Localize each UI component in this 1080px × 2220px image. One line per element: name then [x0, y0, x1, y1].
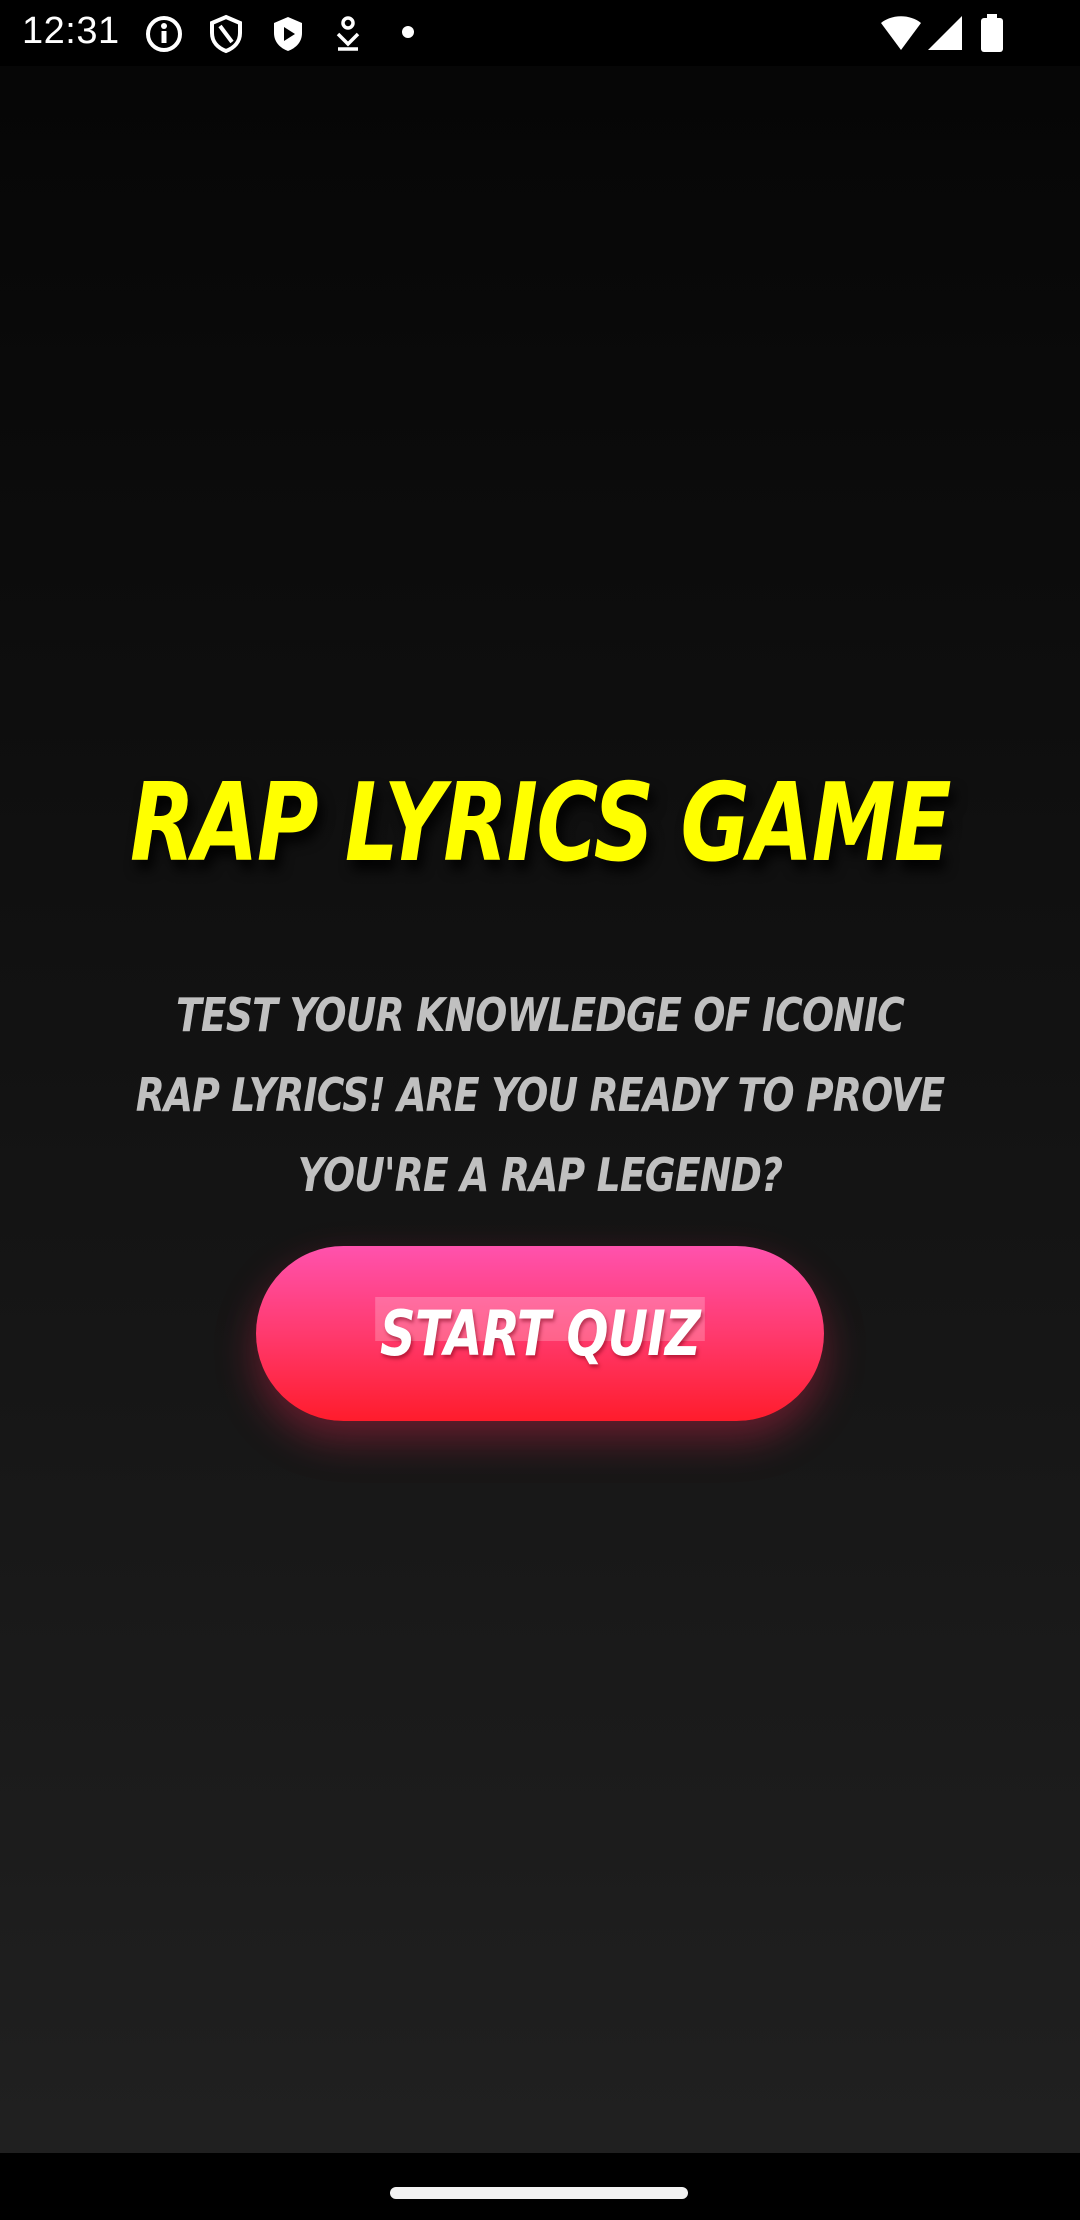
navigation-bar: [0, 2153, 1080, 2220]
dot-icon: [398, 22, 418, 46]
start-quiz-button[interactable]: START QUIZ: [256, 1246, 824, 1421]
shield-icon: [206, 14, 246, 58]
wifi-icon: [880, 14, 922, 56]
download-icon: [330, 14, 366, 58]
start-quiz-label: START QUIZ: [375, 1297, 705, 1370]
game-description: TEST YOUR KNOWLEDGE OF ICONIC RAP LYRICS…: [135, 988, 945, 1202]
battery-icon: [980, 14, 1004, 56]
status-time: 12:31: [22, 10, 120, 52]
app-screen: 12:31 RAP LYRICS GAME TEST YOUR KNOWLEDG…: [0, 0, 1080, 2220]
game-title: RAP LYRICS GAME: [129, 761, 952, 886]
info-icon: [144, 14, 184, 58]
status-bar: 12:31: [0, 0, 1080, 66]
home-gesture-handle[interactable]: [390, 2187, 688, 2199]
play-shield-icon: [268, 14, 308, 58]
signal-icon: [926, 14, 964, 56]
